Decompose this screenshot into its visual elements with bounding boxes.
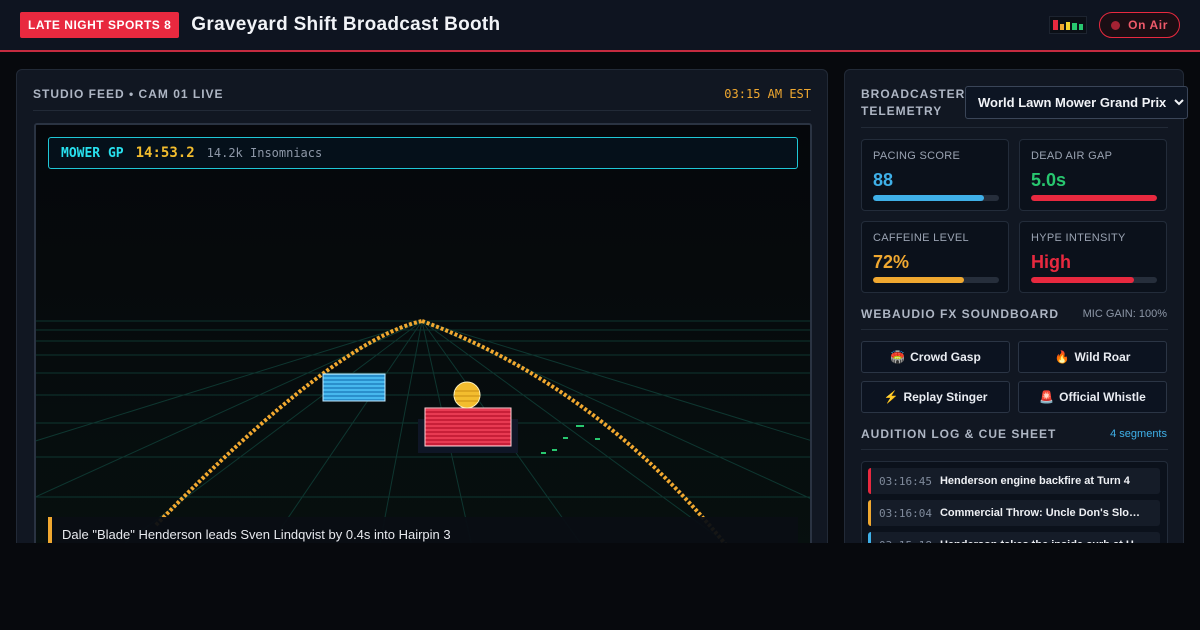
meter-bar: [1053, 20, 1058, 30]
meter-bar: [1072, 23, 1077, 30]
fx-button-crowd-gasp[interactable]: 🏟️ Crowd Gasp: [861, 341, 1010, 373]
metric-value: 72%: [873, 252, 910, 272]
mic-gain-readout: MIC GAIN: 100%: [1082, 308, 1167, 320]
cue-log-entry[interactable]: 03:16:45 Henderson engine backfire at Tur…: [868, 468, 1160, 494]
studio-feed-panel: STUDIO FEED • CAM 01 LIVE 03:15 AM EST M…: [16, 69, 828, 569]
hud-series-name: MOWER GP: [61, 145, 124, 161]
metric-card: HYPE INTENSITY High: [1019, 221, 1167, 293]
metric-card: CAFFEINE LEVEL 72%: [861, 221, 1009, 293]
divider: [861, 127, 1168, 128]
metric-bar-track: [1031, 277, 1157, 283]
fx-button-label: Official Whistle: [1059, 390, 1146, 404]
segment-count: 4 segments: [1110, 428, 1167, 440]
fx-emoji-icon: 🏟️: [890, 350, 906, 364]
telemetry-panel: BROADCASTER TELEMETRY World Lawn Mower G…: [844, 69, 1188, 569]
on-air-button[interactable]: On Air: [1099, 12, 1180, 38]
metric-bar-fill: [873, 277, 964, 283]
metric-bar-fill: [873, 195, 984, 201]
cue-timestamp: 03:16:45: [879, 474, 932, 488]
fx-emoji-icon: 🔥: [1054, 350, 1070, 364]
meter-bar: [1078, 24, 1084, 30]
metric-label: DEAD AIR GAP: [1031, 150, 1113, 162]
metric-bar-fill: [1031, 277, 1135, 283]
fx-button-label: Wild Roar: [1074, 350, 1131, 364]
metric-value: High: [1031, 252, 1071, 272]
metric-bar-track: [1031, 195, 1157, 201]
header-right: On Air: [1049, 12, 1180, 38]
metric-label: PACING SCORE: [873, 150, 961, 162]
telemetry-title: BROADCASTER TELEMETRY: [861, 87, 966, 118]
cue-log-entry[interactable]: 03:16:04 Commercial Throw: Uncle Don's Sl…: [868, 500, 1160, 526]
metric-label: CAFFEINE LEVEL: [873, 232, 969, 244]
meter-bar: [1065, 22, 1071, 30]
feed-header: STUDIO FEED • CAM 01 LIVE 03:15 AM EST: [33, 87, 811, 111]
on-air-label: On Air: [1128, 18, 1168, 32]
metric-bar-track: [873, 195, 999, 201]
hud-race-clock: 14:53.2: [135, 145, 195, 161]
hud-viewer-count: 14.2k Insomniacs: [206, 146, 323, 160]
meter-bar: [1059, 24, 1064, 30]
audition-log-title: AUDITION LOG & CUE SHEET: [861, 427, 1057, 441]
metric-card: PACING SCORE 88: [861, 139, 1009, 211]
feed-clock: 03:15 AM EST: [724, 87, 811, 101]
metric-bar-track: [873, 277, 999, 283]
fx-button-official-whistle[interactable]: 🚨 Official Whistle: [1018, 381, 1167, 413]
page-footer-space: [0, 543, 1200, 630]
fx-button-wild-roar[interactable]: 🔥 Wild Roar: [1018, 341, 1167, 373]
soundboard-title: WEBAUDIO FX SOUNDBOARD: [861, 307, 1059, 321]
channel-badge: LATE NIGHT SPORTS 8: [20, 12, 180, 38]
cue-description: Commercial Throw: Uncle Don's Sloppy Joe…: [939, 507, 1145, 519]
event-select[interactable]: World Lawn Mower Grand Prix: [965, 86, 1188, 119]
live-video-viewport[interactable]: MOWER GP 14:53.2 14.2k Insomniacs Dale "…: [34, 123, 812, 563]
race-hud: MOWER GP 14:53.2 14.2k Insomniacs: [48, 137, 798, 169]
cue-description: Henderson engine backfire at Turn 4: [939, 475, 1130, 487]
metric-value: 5.0s: [1031, 170, 1067, 190]
top-bar: LATE NIGHT SPORTS 8 Graveyard Shift Broa…: [0, 0, 1200, 52]
divider: [861, 449, 1168, 450]
metric-bar-fill: [1031, 195, 1157, 201]
metric-card: DEAD AIR GAP 5.0s: [1019, 139, 1167, 211]
app-title: Graveyard Shift Broadcast Booth: [191, 14, 501, 35]
feed-label: STUDIO FEED • CAM 01 LIVE: [33, 87, 224, 101]
fx-button-replay-stinger[interactable]: ⚡ Replay Stinger: [861, 381, 1010, 413]
fx-button-label: Crowd Gasp: [910, 350, 981, 364]
metric-label: HYPE INTENSITY: [1031, 232, 1126, 244]
cue-timestamp: 03:16:04: [879, 506, 932, 520]
audio-level-meter-icon: [1049, 16, 1088, 34]
fx-button-label: Replay Stinger: [903, 390, 988, 404]
race-scene-illustration: [36, 125, 810, 561]
metric-value: 88: [873, 170, 894, 190]
fx-emoji-icon: 🚨: [1039, 390, 1055, 404]
fx-emoji-icon: ⚡: [883, 390, 899, 404]
on-air-dot-icon: [1111, 20, 1121, 30]
divider: [861, 329, 1168, 330]
